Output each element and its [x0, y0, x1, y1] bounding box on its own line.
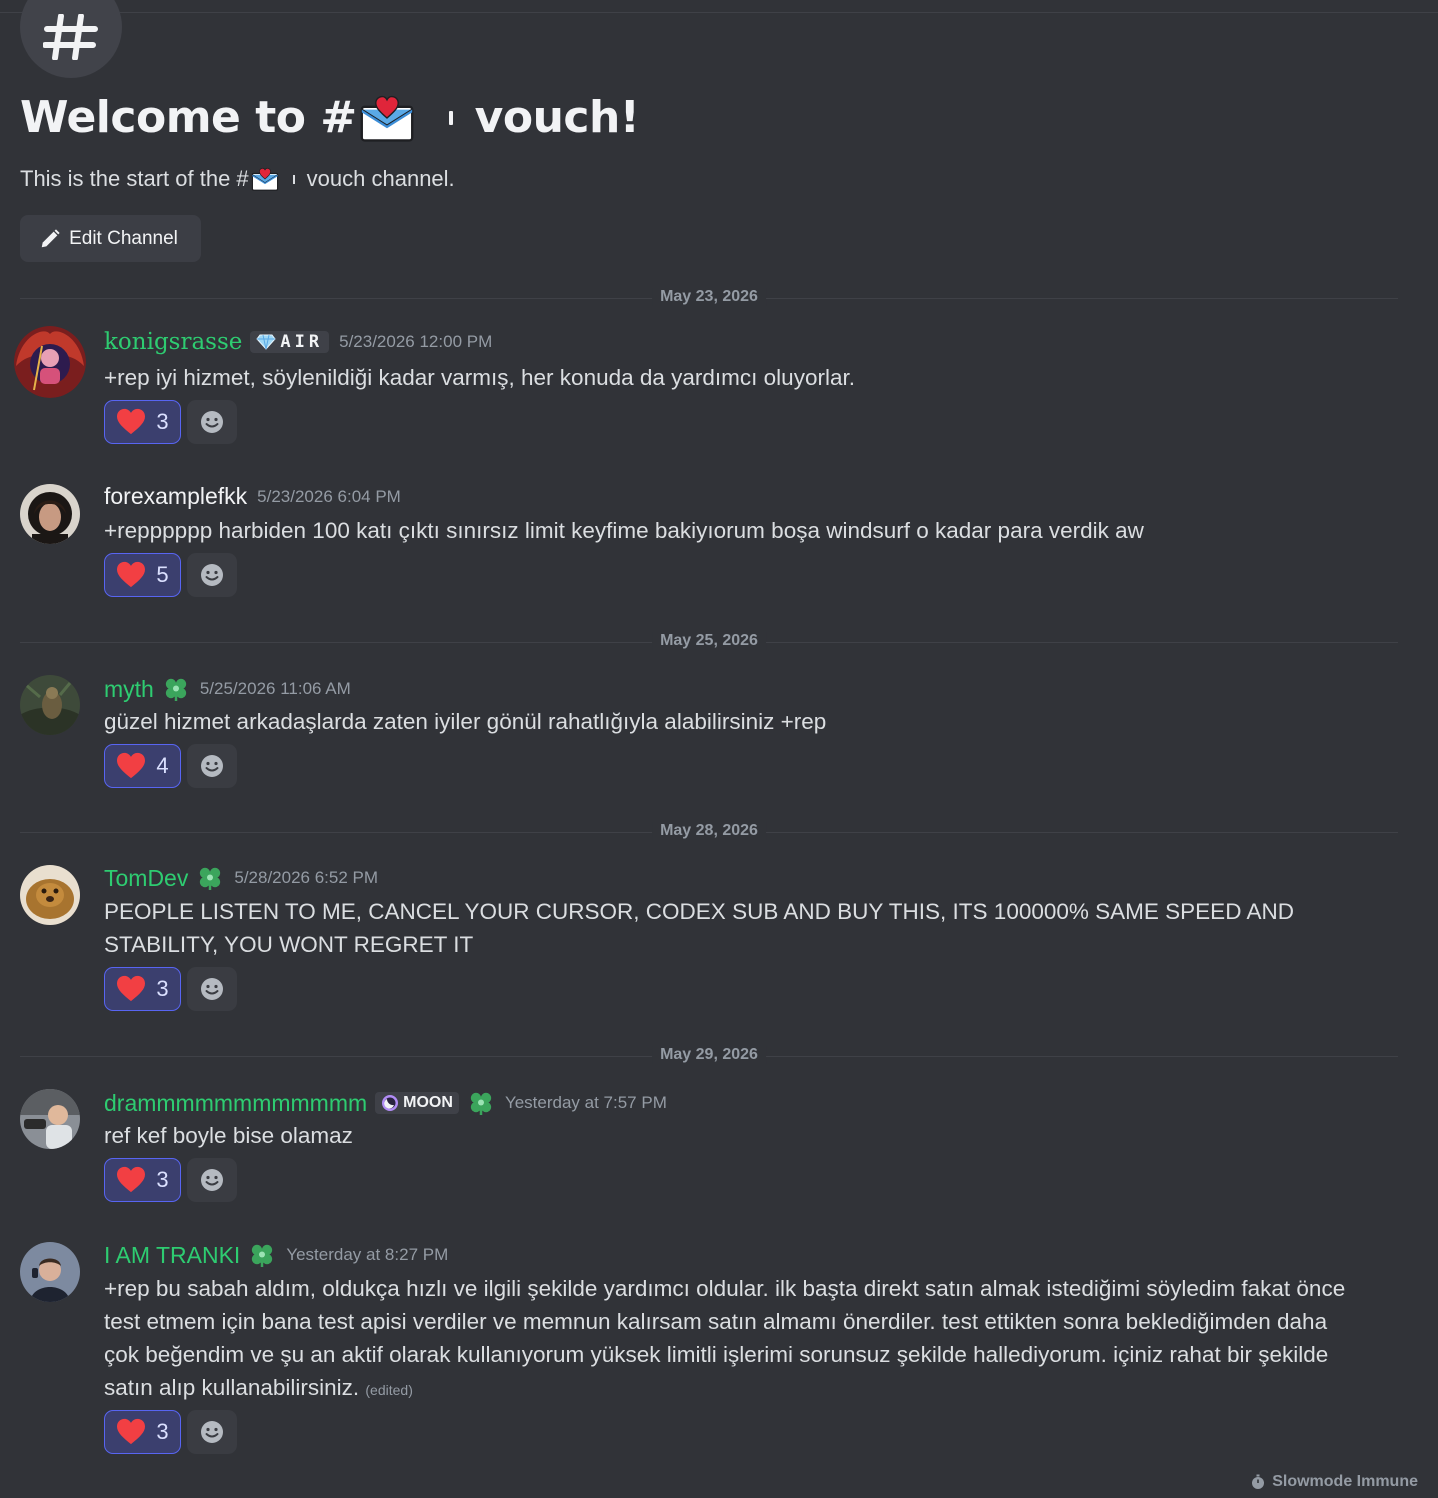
envelope-heart-icon [359, 93, 415, 143]
server-tag-label: AIR [280, 332, 324, 352]
username[interactable]: forexamplefkk [104, 483, 247, 510]
message-content: +rep iyi hizmet, söylenildiği kadar varm… [104, 365, 855, 390]
heart-icon [116, 975, 146, 1003]
date-divider-label: May 28, 2026 [652, 822, 766, 840]
add-reaction-button[interactable] [187, 967, 237, 1011]
heart-icon [116, 1418, 146, 1446]
date-divider-label: May 29, 2026 [652, 1046, 766, 1064]
avatar[interactable] [20, 1242, 80, 1302]
add-reaction-icon [199, 409, 225, 435]
heart-icon [116, 752, 146, 780]
message-text: +rep bu sabah aldım, oldukça hızlı ve il… [104, 1276, 1346, 1400]
add-reaction-icon [199, 562, 225, 588]
add-reaction-button[interactable] [187, 1410, 237, 1454]
reactions: 3 [104, 1410, 237, 1454]
message-content: +repppppp harbiden 100 katı çıktı sınırs… [104, 518, 1144, 543]
welcome-suffix: vouch! [474, 92, 640, 143]
timestamp[interactable]: Yesterday at 8:27 PM [286, 1245, 448, 1265]
server-tag-label: MOON [403, 1094, 453, 1111]
reaction-count: 5 [156, 562, 169, 587]
welcome-prefix: Welcome to # [20, 92, 357, 143]
welcome-title: Welcome to # vouch! [20, 92, 640, 143]
heart-reaction[interactable]: 3 [104, 1158, 181, 1202]
reactions: 4 [104, 744, 237, 788]
message-content: +rep bu sabah aldım, oldukça hızlı ve il… [104, 1272, 1368, 1407]
server-tag[interactable]: AIR [250, 331, 330, 353]
channel-icon [20, 0, 122, 78]
reactions: 5 [104, 553, 237, 597]
start-prefix: This is the start of the # [20, 166, 249, 191]
heart-reaction[interactable]: 3 [104, 400, 181, 444]
username[interactable]: konigsrasse [104, 329, 242, 355]
message-content: ref kef boyle bise olamaz [104, 1123, 353, 1148]
add-reaction-icon [199, 1419, 225, 1445]
avatar[interactable] [20, 1089, 80, 1149]
reaction-count: 3 [156, 976, 169, 1001]
edited-marker: (edited) [365, 1382, 413, 1398]
username[interactable]: drammmmmmmmmmmm [104, 1090, 367, 1117]
server-tag[interactable]: MOON [375, 1092, 459, 1114]
reactions: 3 [104, 1158, 237, 1202]
heart-icon [116, 1166, 146, 1194]
moon-icon [382, 1095, 399, 1111]
clover-icon [248, 1241, 276, 1269]
reaction-count: 3 [156, 1167, 169, 1192]
avatar[interactable] [20, 865, 80, 925]
add-reaction-icon [199, 1167, 225, 1193]
heart-reaction[interactable]: 3 [104, 967, 181, 1011]
slowmode-indicator: Slowmode Immune [1250, 1473, 1418, 1491]
heart-reaction[interactable]: 4 [104, 744, 181, 788]
avatar[interactable] [14, 326, 86, 398]
channel-separator [448, 110, 453, 125]
username[interactable]: I AM TRANKI [104, 1242, 240, 1269]
pencil-icon [41, 228, 60, 247]
add-reaction-button[interactable] [187, 553, 237, 597]
add-reaction-button[interactable] [187, 1158, 237, 1202]
heart-reaction[interactable]: 5 [104, 553, 181, 597]
avatar[interactable] [20, 675, 80, 735]
edit-channel-button[interactable]: Edit Channel [20, 215, 201, 262]
timestamp[interactable]: Yesterday at 7:57 PM [505, 1093, 667, 1113]
start-suffix: vouch channel. [306, 166, 455, 191]
date-divider-label: May 23, 2026 [652, 288, 766, 306]
diamond-icon [256, 334, 277, 350]
username[interactable]: TomDev [104, 865, 188, 892]
add-reaction-icon [199, 753, 225, 779]
add-reaction-icon [199, 976, 225, 1002]
date-divider-label: May 25, 2026 [652, 632, 766, 650]
reactions: 3 [104, 400, 237, 444]
hash-icon [43, 14, 98, 60]
top-separator [0, 12, 1438, 13]
envelope-heart-icon [251, 166, 279, 192]
edit-channel-label: Edit Channel [69, 227, 178, 249]
date-divider: May 25, 2026 [20, 632, 1398, 650]
avatar[interactable] [20, 484, 80, 544]
heart-icon [116, 561, 146, 589]
username[interactable]: myth [104, 676, 154, 703]
clover-icon [467, 1089, 495, 1117]
heart-icon [116, 408, 146, 436]
message-content: güzel hizmet arkadaşlarda zaten iyiler g… [104, 709, 827, 734]
add-reaction-button[interactable] [187, 400, 237, 444]
timestamp[interactable]: 5/28/2026 6:52 PM [234, 868, 378, 888]
reaction-count: 3 [156, 1419, 169, 1444]
clover-icon [196, 864, 224, 892]
heart-reaction[interactable]: 3 [104, 1410, 181, 1454]
channel-start-text: This is the start of the # vouch channel… [20, 166, 455, 192]
date-divider: May 29, 2026 [20, 1046, 1398, 1064]
slowmode-label: Slowmode Immune [1272, 1473, 1418, 1490]
timestamp[interactable]: 5/23/2026 12:00 PM [339, 332, 492, 352]
reaction-count: 3 [156, 409, 169, 434]
message-content: PEOPLE LISTEN TO ME, CANCEL YOUR CURSOR,… [104, 899, 1294, 957]
add-reaction-button[interactable] [187, 744, 237, 788]
timestamp[interactable]: 5/23/2026 6:04 PM [257, 487, 401, 507]
reaction-count: 4 [156, 753, 169, 778]
stopwatch-icon [1252, 1474, 1265, 1489]
clover-icon [162, 675, 190, 703]
reactions: 3 [104, 967, 237, 1011]
date-divider: May 23, 2026 [20, 288, 1398, 306]
date-divider: May 28, 2026 [20, 822, 1398, 840]
channel-separator [292, 174, 295, 184]
timestamp[interactable]: 5/25/2026 11:06 AM [200, 679, 351, 699]
